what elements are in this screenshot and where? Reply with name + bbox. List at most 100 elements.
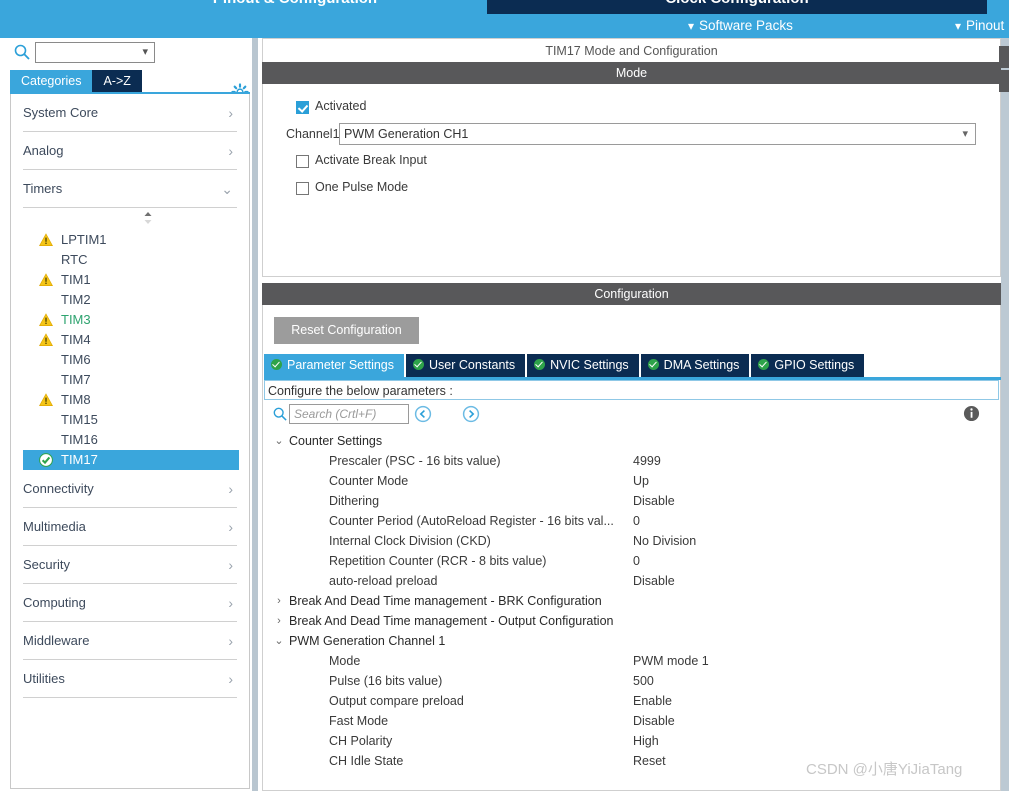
- sidebar-item-utilities[interactable]: Utilities ›: [23, 660, 237, 698]
- tree-row-key: Mode: [329, 654, 361, 668]
- tree-row[interactable]: Internal Clock Division (CKD) No Division: [263, 531, 1002, 551]
- sidebar-item-tim3[interactable]: TIM3: [23, 310, 239, 330]
- tree-row[interactable]: Prescaler (PSC - 16 bits value) 4999: [263, 451, 1002, 471]
- one-pulse-mode-checkbox[interactable]: [296, 182, 309, 195]
- channel1-select[interactable]: PWM Generation CH1 ▾: [339, 123, 976, 145]
- panel-collapse-arrow-icon[interactable]: [999, 46, 1009, 68]
- tree-row[interactable]: Pulse (16 bits value) 500: [263, 671, 1002, 691]
- sidebar-item-connectivity[interactable]: Connectivity ›: [23, 470, 237, 508]
- sidebar-item-computing[interactable]: Computing ›: [23, 584, 237, 622]
- panel-expand-arrow-icon[interactable]: [999, 70, 1009, 92]
- scroll-spinner-icon[interactable]: [141, 211, 155, 225]
- sidebar-item-lptim1[interactable]: LPTIM1: [23, 230, 239, 250]
- tab-gpio-settings[interactable]: GPIO Settings: [751, 354, 865, 377]
- reset-configuration-button[interactable]: Reset Configuration: [274, 317, 419, 344]
- tree-group-label: Break And Dead Time management - BRK Con…: [289, 594, 602, 608]
- sidebar-item-timers[interactable]: Timers ⌄: [23, 170, 237, 208]
- search-icon[interactable]: [273, 407, 287, 421]
- tree-row-key: CH Polarity: [329, 734, 393, 748]
- tree-row[interactable]: Fast Mode Disable: [263, 711, 1002, 731]
- sidebar-item-middleware[interactable]: Middleware ›: [23, 622, 237, 660]
- tree-row-value[interactable]: No Division: [633, 531, 696, 551]
- info-icon[interactable]: [963, 405, 980, 422]
- parameter-search-input[interactable]: Search (Crtl+F): [289, 404, 409, 424]
- tab-dma-settings[interactable]: DMA Settings: [640, 354, 750, 377]
- sidebar-search-combo[interactable]: ▾: [35, 42, 155, 63]
- sidebar-category-list: System Core › Analog › Timers ⌄ LPTIM1 RT…: [10, 94, 250, 789]
- chevron-down-icon[interactable]: ⌄: [273, 631, 285, 651]
- tree-row-value[interactable]: Disable: [633, 711, 675, 731]
- search-icon[interactable]: [14, 44, 30, 60]
- tab-clock-configuration[interactable]: Clock Configuration: [487, 0, 987, 14]
- tree-group[interactable]: ⌄ PWM Generation Channel 1: [263, 631, 1002, 651]
- tree-group[interactable]: › Break And Dead Time management - BRK Co…: [263, 591, 1002, 611]
- activated-checkbox[interactable]: [296, 101, 309, 114]
- menu-software-packs[interactable]: ▾ Software Packs: [688, 14, 793, 38]
- timers-sublist-wrapper: LPTIM1 RTC TIM1 TIM2 TIM3 TIM4 TIM6 TIM7 TIM8 TIM…: [23, 208, 239, 470]
- sidebar-item-label: Multimedia: [23, 519, 86, 534]
- tree-row[interactable]: Counter Mode Up: [263, 471, 1002, 491]
- sidebar-item-multimedia[interactable]: Multimedia ›: [23, 508, 237, 546]
- tree-row-value[interactable]: 4999: [633, 451, 661, 471]
- tree-row[interactable]: Repetition Counter (RCR - 8 bits value) 0: [263, 551, 1002, 571]
- right-scrollbar[interactable]: [1001, 38, 1009, 791]
- sidebar-item-tim1[interactable]: TIM1: [23, 270, 239, 290]
- tree-row[interactable]: Counter Period (AutoReload Register - 16…: [263, 511, 1002, 531]
- tree-row-value[interactable]: Up: [633, 471, 649, 491]
- sidebar-item-tim2[interactable]: TIM2: [23, 290, 239, 310]
- tree-group[interactable]: ⌄ Counter Settings: [263, 431, 1002, 451]
- tree-row[interactable]: Output compare preload Enable: [263, 691, 1002, 711]
- tree-row-value[interactable]: High: [633, 731, 659, 751]
- tree-row-key: Fast Mode: [329, 714, 389, 728]
- sidebar-item-security[interactable]: Security ›: [23, 546, 237, 584]
- tree-row[interactable]: Dithering Disable: [263, 491, 1002, 511]
- sidebar-item-system-core[interactable]: System Core ›: [23, 94, 237, 132]
- tree-row[interactable]: CH Polarity High: [263, 731, 1002, 751]
- sidebar-item-tim17[interactable]: TIM17: [23, 450, 239, 470]
- sidebar-item-tim15[interactable]: TIM15: [23, 410, 239, 430]
- sidebar-item-analog[interactable]: Analog ›: [23, 132, 237, 170]
- sidebar-item-tim8[interactable]: TIM8: [23, 390, 239, 410]
- tab-parameter-settings[interactable]: Parameter Settings: [264, 354, 404, 377]
- chevron-right-icon[interactable]: ›: [273, 611, 285, 631]
- circle-right-arrow-icon[interactable]: [462, 405, 480, 423]
- tab-pinout-configuration[interactable]: Pinout & Configuration: [105, 0, 485, 14]
- sidebar-item-tim7[interactable]: TIM7: [23, 370, 239, 390]
- menu-pinout[interactable]: ▾ Pinout: [955, 14, 1004, 38]
- configuration-section-header: Configuration: [262, 283, 1001, 305]
- tree-row-value[interactable]: 0: [633, 511, 640, 531]
- sidebar-item-label: TIM17: [61, 452, 98, 467]
- tree-group[interactable]: › Break And Dead Time management - Output…: [263, 611, 1002, 631]
- activate-break-input-checkbox[interactable]: [296, 155, 309, 168]
- menu-bar: ▾ Software Packs ▾ Pinout: [0, 14, 1009, 38]
- tree-row[interactable]: auto-reload preload Disable: [263, 571, 1002, 591]
- sidebar-item-rtc[interactable]: RTC: [23, 250, 239, 270]
- tree-row-value[interactable]: Disable: [633, 571, 675, 591]
- tree-row-value[interactable]: Enable: [633, 691, 672, 711]
- chevron-right-icon: ›: [228, 143, 233, 159]
- tree-row-value[interactable]: Reset: [633, 751, 666, 771]
- chevron-right-icon[interactable]: ›: [273, 591, 285, 611]
- sidebar-item-tim4[interactable]: TIM4: [23, 330, 239, 350]
- sidebar-item-tim6[interactable]: TIM6: [23, 350, 239, 370]
- chevron-down-icon[interactable]: ⌄: [273, 431, 285, 451]
- tree-row-value[interactable]: 500: [633, 671, 654, 691]
- tree-row-key: auto-reload preload: [329, 574, 438, 588]
- tree-row-value[interactable]: PWM mode 1: [633, 651, 709, 671]
- tab-user-constants[interactable]: User Constants: [406, 354, 526, 377]
- timers-list: LPTIM1 RTC TIM1 TIM2 TIM3 TIM4 TIM6 TIM7 TIM8 TIM…: [23, 230, 239, 470]
- tree-row-value[interactable]: 0: [633, 551, 640, 571]
- sidebar-splitter[interactable]: [250, 38, 260, 791]
- check-circle-icon: [534, 359, 546, 370]
- sidebar-item-label: Security: [23, 557, 70, 572]
- tab-nvic-settings[interactable]: NVIC Settings: [527, 354, 639, 377]
- tab-categories[interactable]: Categories: [10, 70, 93, 92]
- tree-row-value[interactable]: Disable: [633, 491, 675, 511]
- sidebar-item-tim16[interactable]: TIM16: [23, 430, 239, 450]
- tree-row[interactable]: Mode PWM mode 1: [263, 651, 1002, 671]
- sidebar-item-label: Utilities: [23, 671, 65, 686]
- tab-label: NVIC Settings: [550, 358, 629, 372]
- circle-left-arrow-icon[interactable]: [414, 405, 432, 423]
- chevron-down-icon: ⌄: [221, 181, 233, 197]
- tab-a-to-z[interactable]: A->Z: [92, 70, 142, 92]
